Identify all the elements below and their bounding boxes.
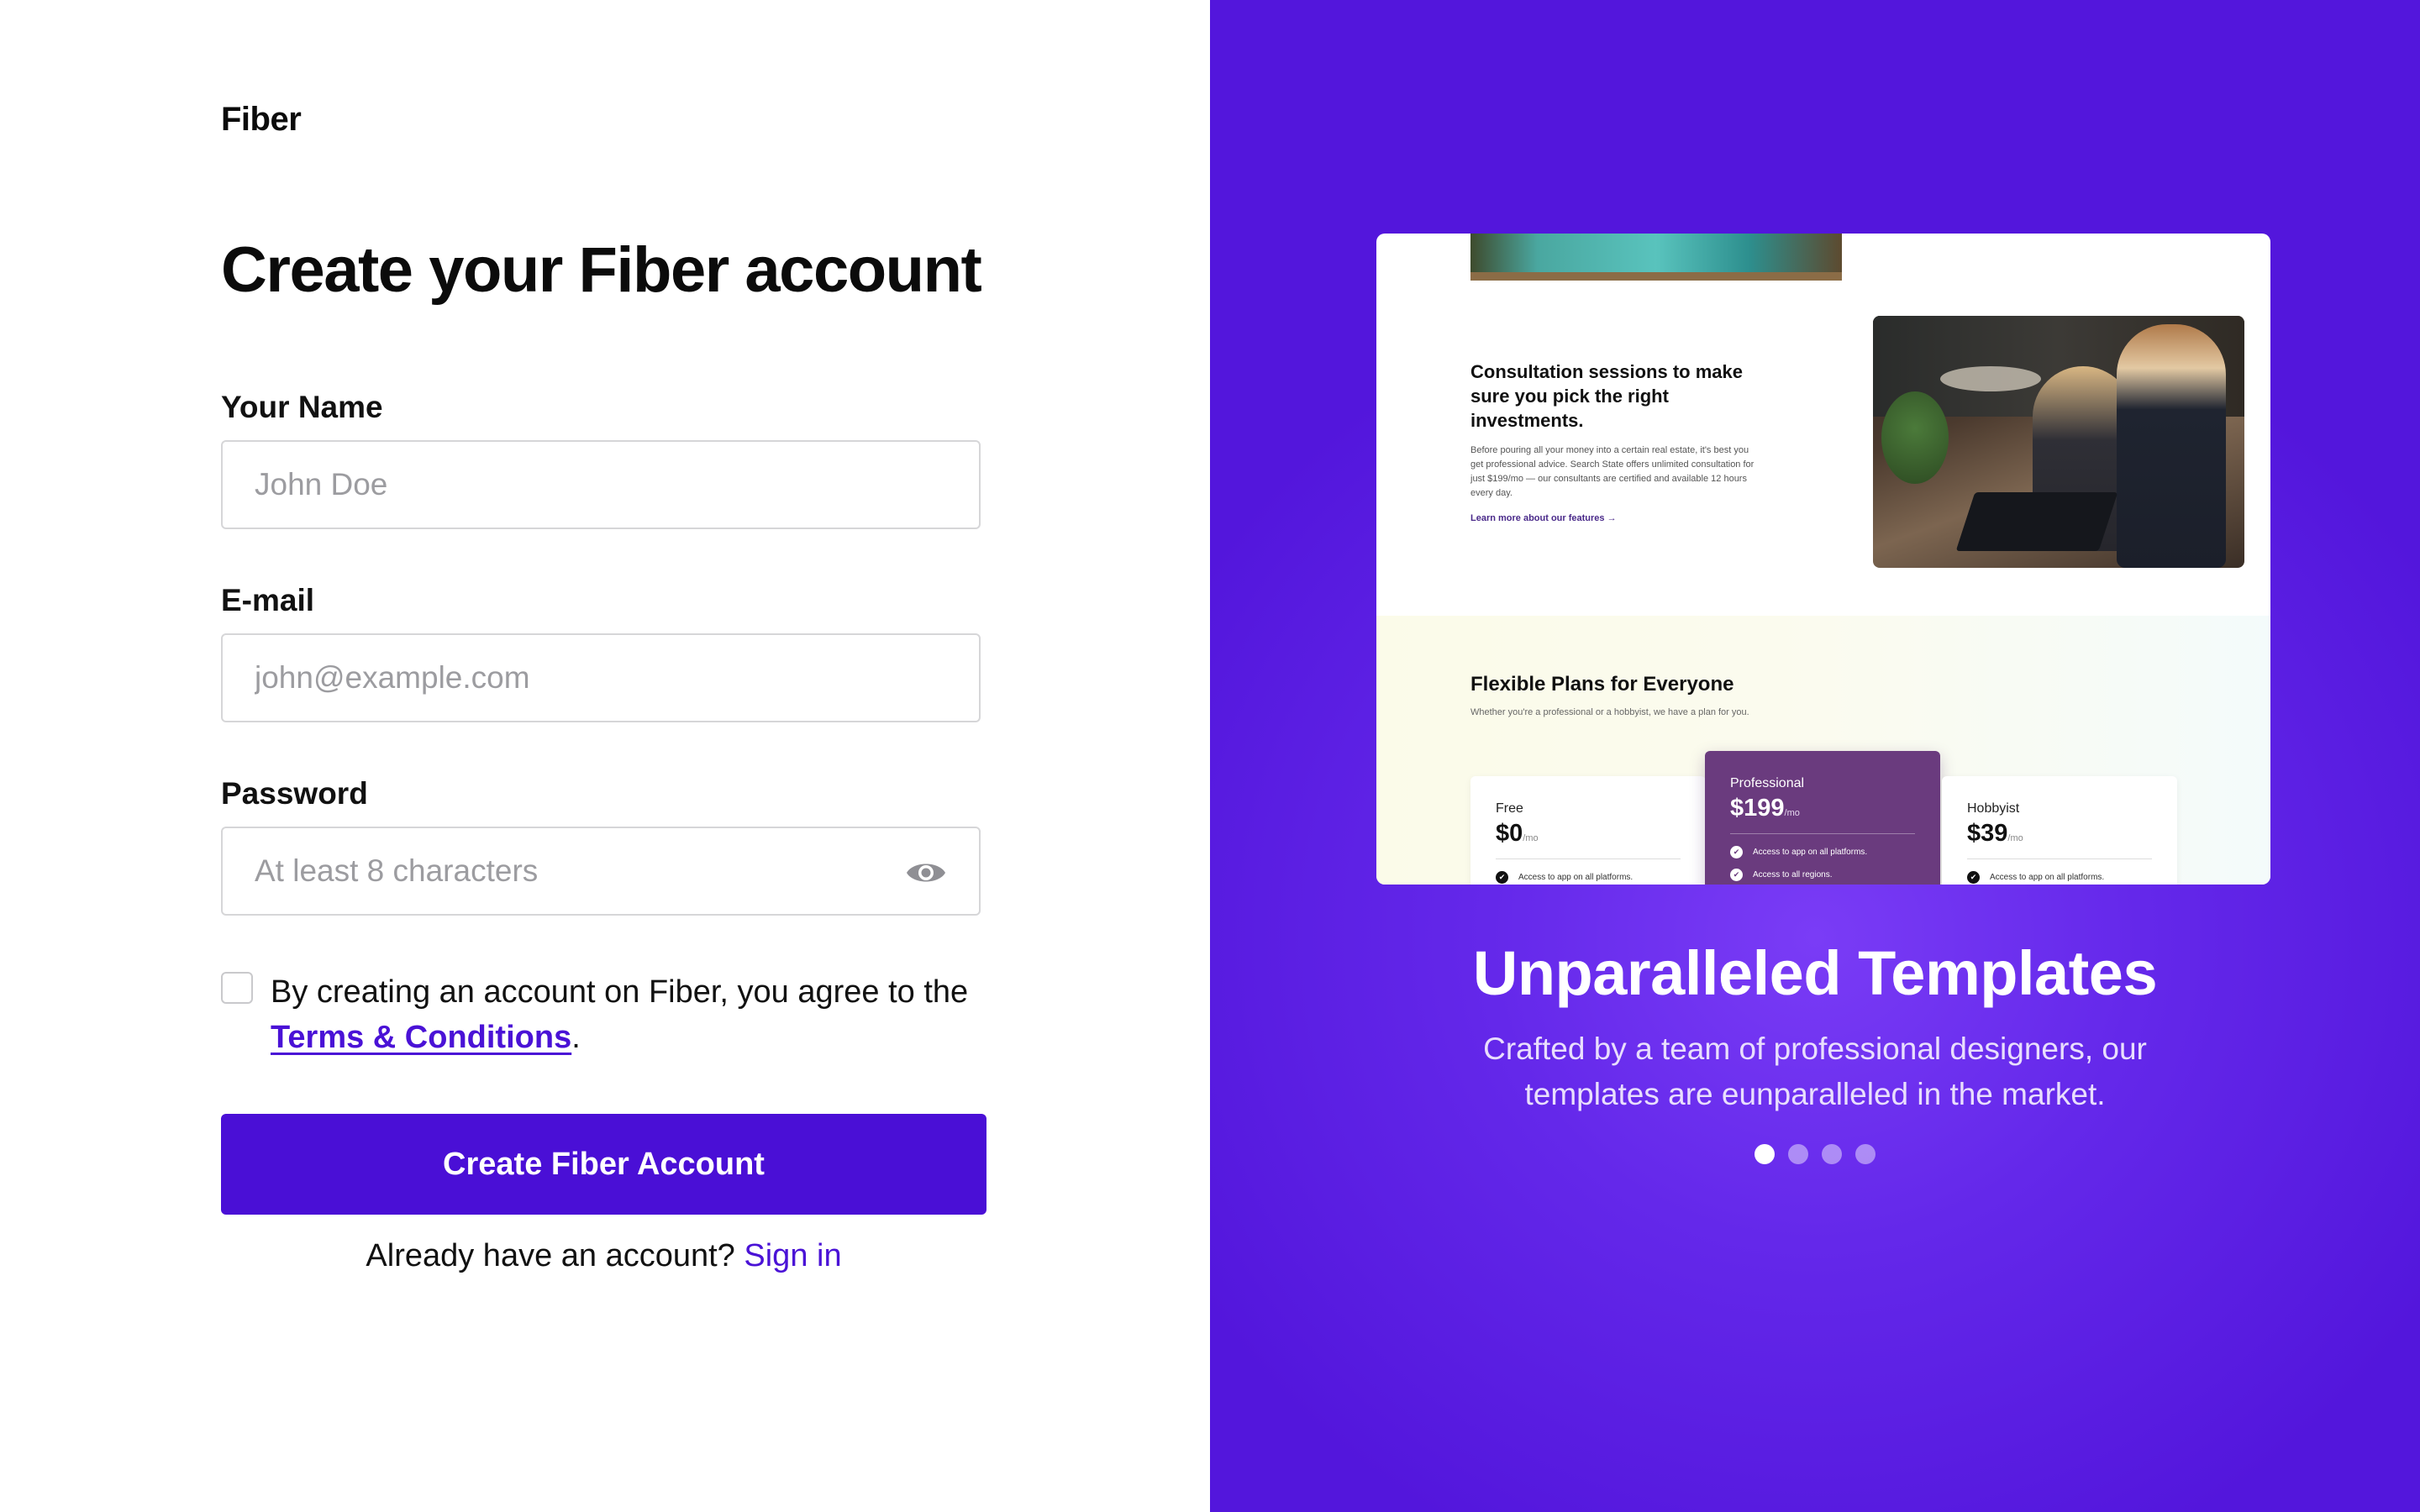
- name-label: Your Name: [221, 390, 383, 424]
- plan-feature: Access to app on all platforms.: [1730, 846, 1867, 858]
- plan-name: Free: [1496, 801, 1523, 816]
- terms-checkbox[interactable]: [221, 972, 253, 1004]
- plan-price: $0/mo: [1496, 820, 1539, 847]
- email-label: E-mail: [221, 583, 315, 617]
- carousel-dot[interactable]: [1855, 1144, 1876, 1164]
- plan-period: /mo: [1523, 833, 1539, 843]
- plan-card-free: Free $0/mo Access to app on all platform…: [1470, 776, 1706, 885]
- plan-feature: Access to app on all platforms.: [1967, 871, 2104, 884]
- carousel-dot[interactable]: [1754, 1144, 1775, 1164]
- signin-row: Already have an account? Sign in: [221, 1238, 986, 1274]
- plan-price: $199/mo: [1730, 795, 1800, 822]
- plan-card-professional: Professional $199/mo Access to app on al…: [1705, 751, 1940, 885]
- plan-feature: Access to app on all platforms.: [1496, 871, 1633, 884]
- plan-feature: Access to all regions.: [1730, 869, 1833, 881]
- plans-subtitle: Whether you're a professional or a hobby…: [1470, 707, 1749, 717]
- signup-panel: Fiber Create your Fiber account Your Nam…: [0, 0, 1210, 1512]
- page-title: Create your Fiber account: [221, 234, 982, 306]
- plan-name: Hobbyist: [1967, 801, 2020, 816]
- name-field: [221, 440, 981, 529]
- plan-period: /mo: [2007, 833, 2023, 843]
- brand-logo[interactable]: Fiber: [221, 101, 302, 139]
- email-field: [221, 633, 981, 722]
- password-input[interactable]: [223, 828, 979, 914]
- plans-title: Flexible Plans for Everyone: [1470, 673, 1734, 696]
- password-field: [221, 827, 981, 916]
- signin-link[interactable]: Sign in: [744, 1238, 841, 1273]
- terms-link[interactable]: Terms & Conditions: [271, 1020, 571, 1055]
- name-input[interactable]: [223, 442, 979, 528]
- showcase-panel: Consultation sessions to make sure you p…: [1210, 0, 2420, 1512]
- carousel-dots: [1210, 1144, 2420, 1164]
- template-preview: Consultation sessions to make sure you p…: [1376, 234, 2270, 885]
- consent-prefix: By creating an account on Fiber, you agr…: [271, 974, 969, 1010]
- preview-section-heading: Consultation sessions to make sure you p…: [1470, 361, 1743, 431]
- eye-icon[interactable]: [905, 857, 947, 889]
- email-input[interactable]: [223, 635, 979, 721]
- plan-card-hobbyist: Hobbyist $39/mo Access to app on all pla…: [1942, 776, 2177, 885]
- pool-image: [1470, 234, 1842, 281]
- create-account-button[interactable]: Create Fiber Account: [221, 1114, 986, 1215]
- preview-section-body: Before pouring all your money into a cer…: [1470, 445, 1754, 498]
- signin-prompt: Already have an account?: [366, 1238, 735, 1273]
- preview-section-link: Learn more about our features →: [1470, 513, 1617, 523]
- plan-price: $39/mo: [1967, 820, 2023, 847]
- carousel-dot[interactable]: [1788, 1144, 1808, 1164]
- plan-name: Professional: [1730, 776, 1805, 790]
- showcase-description: Crafted by a team of professional design…: [1483, 1032, 2147, 1111]
- consultation-photo: [1873, 316, 2244, 568]
- plan-period: /mo: [1784, 808, 1800, 818]
- showcase-title: Unparalleled Templates: [1472, 938, 2158, 1008]
- carousel-dot[interactable]: [1822, 1144, 1842, 1164]
- password-label: Password: [221, 776, 368, 811]
- consent-end: .: [571, 1020, 581, 1055]
- consent-text: By creating an account on Fiber, you agr…: [271, 969, 1010, 1060]
